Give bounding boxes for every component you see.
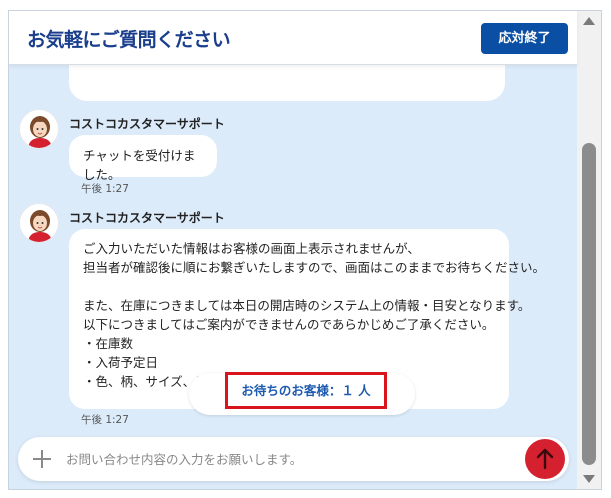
message-sender: コストコカスタマーサポート: [69, 211, 225, 225]
avatar-agent-icon: [20, 110, 58, 148]
waiting-queue-count: お待ちのお客様：１ 人: [241, 383, 371, 398]
waiting-queue-highlight: お待ちのお客様：１ 人: [225, 372, 387, 409]
end-chat-button[interactable]: 応対終了: [481, 23, 568, 54]
message-text-line: ・在庫数: [83, 336, 134, 351]
message-timestamp: 午後 1:27: [81, 414, 129, 426]
page-title: お気軽にご質問ください: [27, 29, 231, 51]
arrow-up-icon: [536, 448, 554, 470]
message-text: チャットを受付けました。: [83, 148, 196, 182]
agent-avatar-icon: [19, 109, 59, 149]
message-text-line: ご入力いただいた情報はお客様の画面上表示されませんが、: [83, 241, 420, 256]
message-text-line: 担当者が確認後に順にお繋ぎいたしますので、画面はこのままでお待ちください。: [83, 260, 546, 275]
message-text-line: 以下につきましてはご案内ができませんのであらかじめご了承ください。: [83, 317, 495, 332]
message-input[interactable]: [66, 448, 496, 470]
message-input-bar: [18, 437, 569, 481]
message-text-line: ・入荷予定日: [83, 355, 159, 370]
avatar-agent-icon: [20, 204, 58, 242]
agent-avatar-icon: [19, 203, 59, 243]
chat-header: お気軽にご質問ください 応対終了: [9, 11, 577, 65]
plus-icon[interactable]: [32, 449, 52, 469]
chat-window: ​ コストコカスタマーサポート チャットを受付けました。 午後 1:27: [8, 10, 602, 490]
message-timestamp: 午後 1:27: [81, 183, 129, 195]
vertical-scrollbar[interactable]: [577, 11, 601, 489]
message-bubble: チャットを受付けました。: [69, 135, 217, 182]
scroll-down-arrow-icon[interactable]: [583, 475, 595, 483]
message-text-line: また、在庫につきましては本日の開店時のシステム上の情報・目安となります。: [83, 298, 531, 313]
scrollbar-thumb[interactable]: [582, 143, 596, 465]
scroll-up-arrow-icon[interactable]: [583, 17, 595, 25]
message-sender: コストコカスタマーサポート: [69, 117, 225, 131]
send-button[interactable]: [525, 439, 565, 479]
chat-message-area: ​ コストコカスタマーサポート チャットを受付けました。 午後 1:27: [9, 11, 577, 489]
message-text-gap: [83, 277, 495, 296]
